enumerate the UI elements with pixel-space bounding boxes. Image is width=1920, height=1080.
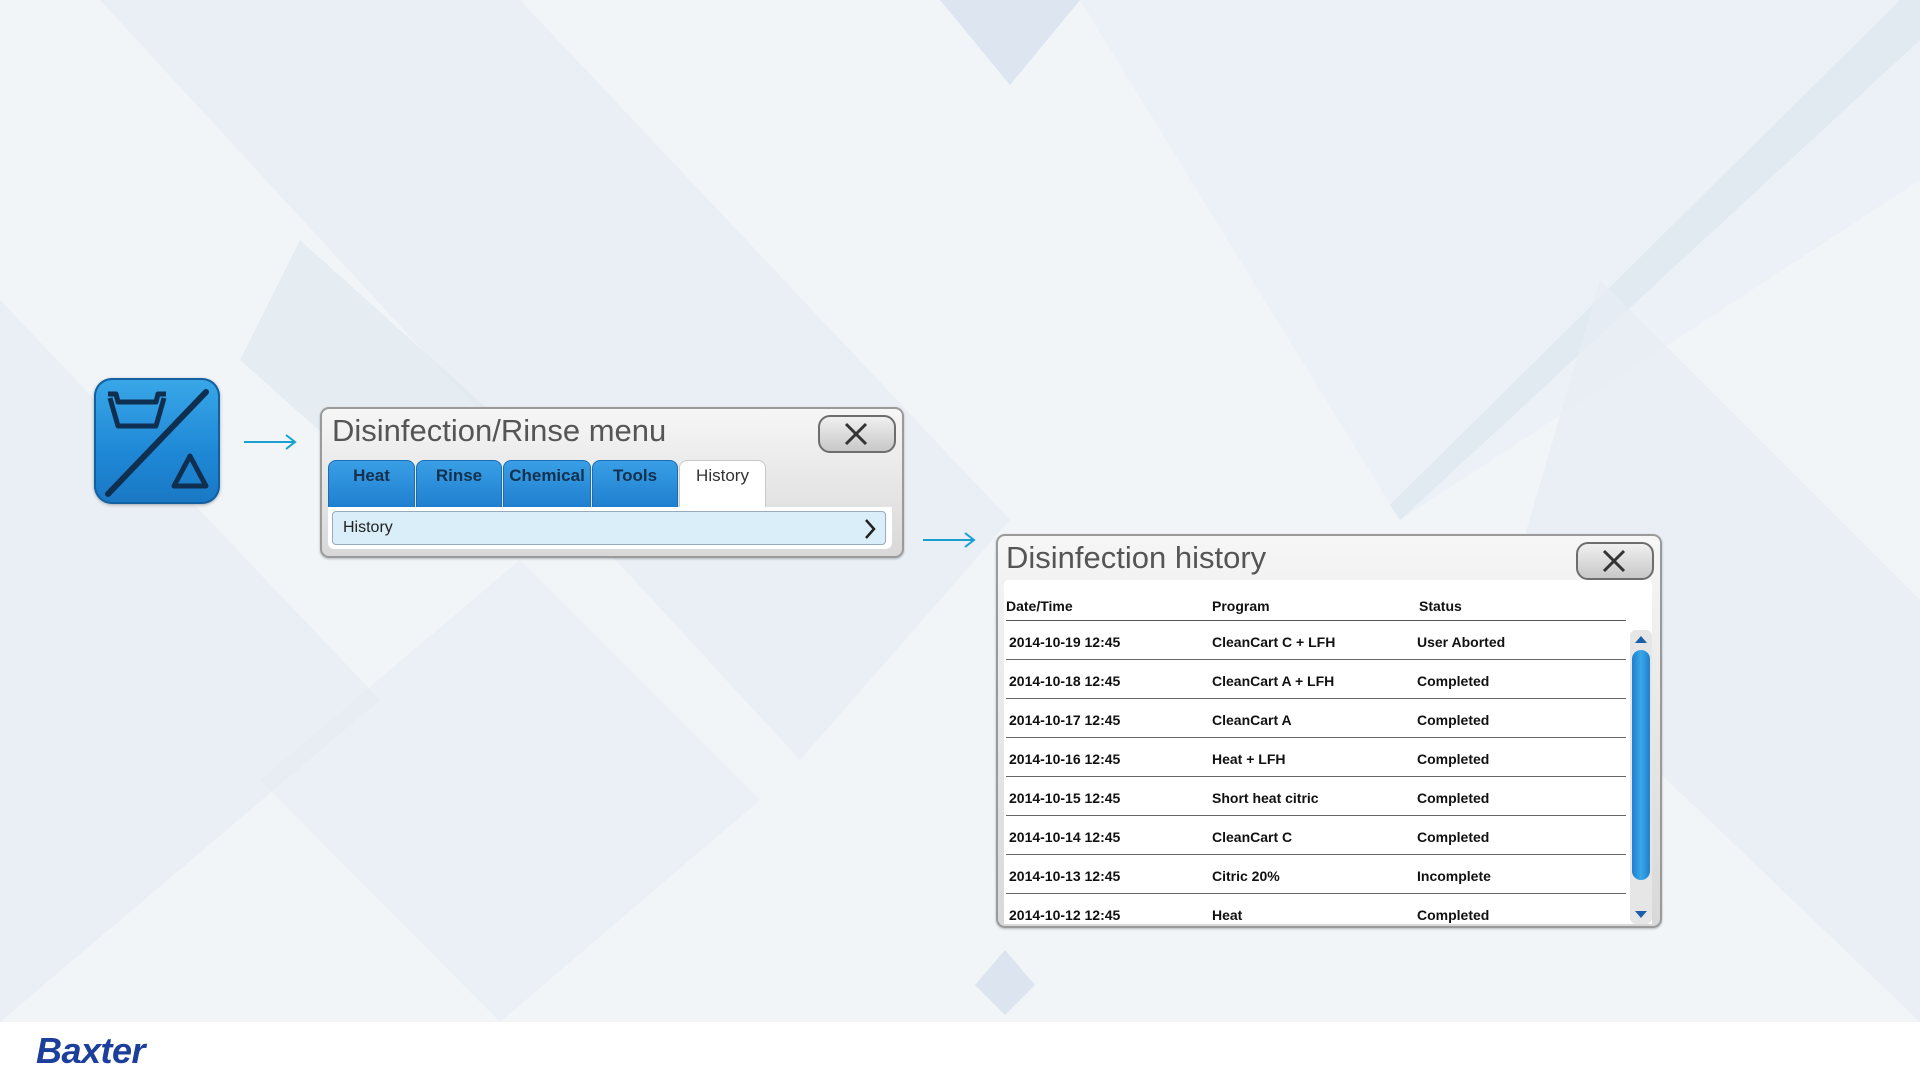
cell-status: Completed: [1417, 751, 1490, 767]
cell-status: Incomplete: [1417, 868, 1491, 884]
chevron-right-icon: [865, 519, 876, 539]
close-icon: [1602, 549, 1626, 573]
table-row[interactable]: 2014-10-18 12:45 CleanCart A + LFH Compl…: [1006, 660, 1626, 699]
cell-program: CleanCart A: [1212, 712, 1292, 728]
cell-status: Completed: [1417, 907, 1490, 923]
cell-status: Completed: [1417, 829, 1490, 845]
table-row[interactable]: 2014-10-15 12:45 Short heat citric Compl…: [1006, 777, 1626, 816]
arrow-right-icon: [244, 434, 297, 450]
close-button[interactable]: [1576, 542, 1654, 580]
tab-history[interactable]: History: [679, 460, 766, 508]
disinfection-rinse-app-icon[interactable]: [94, 378, 220, 504]
table-row[interactable]: 2014-10-13 12:45 Citric 20% Incomplete: [1006, 855, 1626, 894]
scroll-down-icon[interactable]: [1630, 904, 1652, 924]
disinfection-rinse-menu-window: Disinfection/Rinse menu Heat Rinse Chemi…: [320, 407, 904, 558]
footer-bar: [0, 1022, 1920, 1080]
cell-program: CleanCart A + LFH: [1212, 673, 1335, 689]
cell-datetime: 2014-10-15 12:45: [1009, 790, 1121, 806]
cell-program: Short heat citric: [1212, 790, 1319, 806]
table-row[interactable]: 2014-10-12 12:45 Heat Completed: [1006, 894, 1626, 924]
cell-program: Heat: [1212, 907, 1243, 923]
disinfection-rinse-icon: [105, 389, 209, 497]
menu-item-label: History: [343, 519, 393, 536]
column-header-program: Program: [1212, 598, 1270, 614]
cell-datetime: 2014-10-19 12:45: [1009, 634, 1121, 650]
cell-datetime: 2014-10-13 12:45: [1009, 868, 1121, 884]
table-row[interactable]: 2014-10-19 12:45 CleanCart C + LFH User …: [1006, 621, 1626, 660]
menu-list: History: [328, 507, 892, 549]
cell-program: Citric 20%: [1212, 868, 1280, 884]
cell-status: Completed: [1417, 673, 1490, 689]
menu-item-history[interactable]: History: [332, 511, 886, 545]
scroll-thumb[interactable]: [1632, 650, 1650, 880]
cell-status: User Aborted: [1417, 634, 1506, 650]
cell-status: Completed: [1417, 790, 1490, 806]
cell-program: CleanCart C: [1212, 829, 1293, 845]
column-header-status: Status: [1419, 598, 1462, 614]
table-row[interactable]: 2014-10-17 12:45 CleanCart A Completed: [1006, 699, 1626, 738]
disinfection-history-window: Disinfection history Date/Time Program S…: [996, 534, 1662, 928]
tab-chemical[interactable]: Chemical: [503, 460, 591, 508]
column-header-datetime: Date/Time: [1006, 598, 1073, 614]
tab-heat[interactable]: Heat: [328, 460, 415, 508]
cell-datetime: 2014-10-16 12:45: [1009, 751, 1121, 767]
close-button[interactable]: [818, 415, 896, 453]
table-row[interactable]: 2014-10-16 12:45 Heat + LFH Completed: [1006, 738, 1626, 777]
cell-datetime: 2014-10-12 12:45: [1009, 907, 1121, 923]
window-title: Disinfection history: [1006, 540, 1267, 575]
cell-datetime: 2014-10-18 12:45: [1009, 673, 1121, 689]
cell-datetime: 2014-10-17 12:45: [1009, 712, 1121, 728]
cell-program: Heat + LFH: [1212, 751, 1286, 767]
cell-program: CleanCart C + LFH: [1212, 634, 1336, 650]
cell-status: Completed: [1417, 712, 1490, 728]
scroll-up-icon[interactable]: [1630, 630, 1652, 650]
cell-datetime: 2014-10-14 12:45: [1009, 829, 1121, 845]
table-row[interactable]: 2014-10-14 12:45 CleanCart C Completed: [1006, 816, 1626, 855]
scrollbar[interactable]: [1630, 630, 1652, 924]
tab-rinse[interactable]: Rinse: [416, 460, 502, 508]
tab-tools[interactable]: Tools: [592, 460, 678, 508]
history-table: Date/Time Program Status 2014-10-19 12:4…: [1004, 580, 1652, 924]
arrow-right-icon: [923, 532, 976, 548]
close-icon: [844, 422, 868, 446]
brand-logo: Baxter: [36, 1030, 146, 1071]
window-title: Disinfection/Rinse menu: [332, 413, 667, 448]
